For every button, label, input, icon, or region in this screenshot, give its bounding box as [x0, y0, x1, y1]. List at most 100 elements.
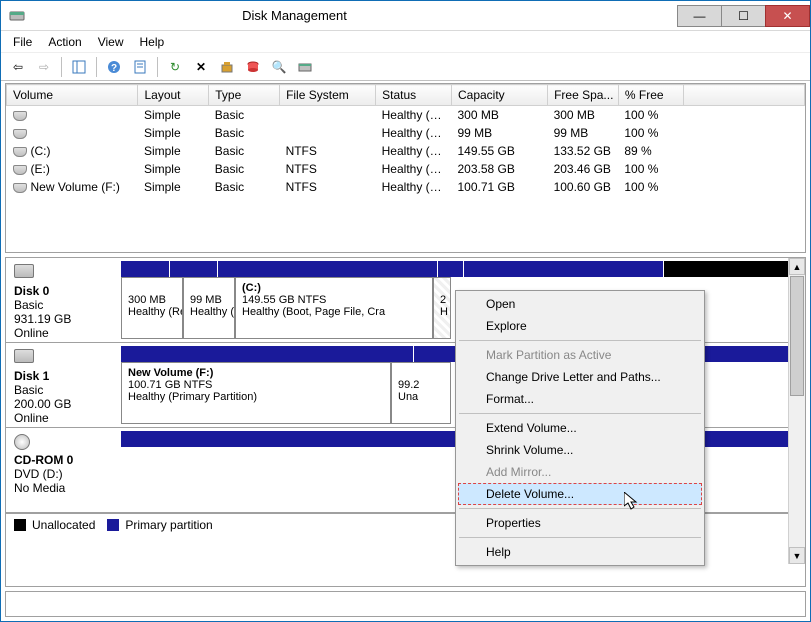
table-row[interactable]: (C:)SimpleBasicNTFSHealthy (B...149.55 G… — [7, 142, 805, 160]
partition[interactable]: 2H — [433, 277, 451, 339]
rescan-button[interactable]: 🔍 — [268, 56, 290, 78]
table-row[interactable]: New Volume (F:)SimpleBasicNTFSHealthy (P… — [7, 178, 805, 196]
column-header[interactable] — [683, 85, 804, 106]
menu-separator — [459, 537, 701, 538]
context-menu-item[interactable]: Help — [458, 541, 702, 563]
titlebar[interactable]: Disk Management — ☐ ✕ — [1, 1, 810, 31]
table-row[interactable]: SimpleBasicHealthy (R...300 MB300 MB100 … — [7, 106, 805, 125]
cd-icon — [14, 434, 30, 450]
properties-button[interactable] — [129, 56, 151, 78]
context-menu-item: Add Mirror... — [458, 461, 702, 483]
partition[interactable]: (C:)149.55 GB NTFSHealthy (Boot, Page Fi… — [235, 277, 433, 339]
export-icon — [220, 60, 234, 74]
volume-list-panel: VolumeLayoutTypeFile SystemStatusCapacit… — [5, 83, 806, 253]
legend-unallocated: Unallocated — [32, 518, 95, 532]
disk-button[interactable] — [294, 56, 316, 78]
column-header[interactable]: Status — [376, 85, 452, 106]
volume-icon — [13, 111, 27, 121]
column-header[interactable]: Free Spa... — [548, 85, 619, 106]
maximize-button[interactable]: ☐ — [721, 5, 766, 27]
partition[interactable]: 300 MBHealthy (Re — [121, 277, 183, 339]
delete-button[interactable]: ✕ — [190, 56, 212, 78]
menu-separator — [459, 340, 701, 341]
menu-separator — [459, 413, 701, 414]
help-icon: ? — [107, 60, 121, 74]
chevron-down-icon: ▼ — [793, 551, 802, 561]
volume-icon — [13, 165, 27, 175]
menu-action[interactable]: Action — [40, 33, 89, 51]
scroll-up-button[interactable]: ▲ — [789, 258, 805, 275]
column-header[interactable]: File System — [280, 85, 376, 106]
refresh-button[interactable]: ↻ — [164, 56, 186, 78]
hdd-icon — [14, 264, 34, 278]
swatch-primary — [107, 519, 119, 531]
disk-label: CD-ROM 0DVD (D:)No Media — [6, 428, 121, 512]
rescan-icon: 🔍 — [272, 60, 287, 74]
toolbar: ⇦ ⇨ ? ↻ ✕ 🔍 — [1, 53, 810, 81]
context-menu-item[interactable]: Properties — [458, 512, 702, 534]
menu-help[interactable]: Help — [132, 33, 173, 51]
scrollbar-thumb[interactable] — [790, 276, 804, 396]
menu-view[interactable]: View — [90, 33, 132, 51]
vertical-scrollbar[interactable]: ▲ ▼ — [788, 258, 805, 564]
properties-icon — [133, 60, 147, 74]
context-menu-item: Mark Partition as Active — [458, 344, 702, 366]
chevron-up-icon: ▲ — [793, 262, 802, 272]
menubar: File Action View Help — [1, 31, 810, 53]
format-icon — [246, 60, 260, 74]
disk-bar — [121, 261, 802, 277]
volume-icon — [13, 147, 27, 157]
column-header[interactable]: Capacity — [451, 85, 547, 106]
disk-label: Disk 0Basic931.19 GBOnline — [6, 258, 121, 342]
export-button[interactable] — [216, 56, 238, 78]
context-menu-item[interactable]: Delete Volume... — [458, 483, 702, 505]
back-button[interactable]: ⇦ — [7, 56, 29, 78]
statusbar — [5, 591, 806, 617]
swatch-unallocated — [14, 519, 26, 531]
volume-icon — [13, 129, 27, 139]
menu-separator — [459, 508, 701, 509]
help-button[interactable]: ? — [103, 56, 125, 78]
context-menu: OpenExplore Mark Partition as ActiveChang… — [455, 290, 705, 566]
scroll-down-button[interactable]: ▼ — [789, 547, 805, 564]
window-title: Disk Management — [31, 8, 558, 23]
volume-table: VolumeLayoutTypeFile SystemStatusCapacit… — [6, 84, 805, 196]
disk-label: Disk 1Basic200.00 GBOnline — [6, 343, 121, 427]
delete-icon: ✕ — [196, 60, 206, 74]
forward-icon: ⇨ — [39, 60, 49, 74]
refresh-icon: ↻ — [170, 60, 180, 74]
minimize-button[interactable]: — — [677, 5, 722, 27]
close-icon: ✕ — [782, 9, 792, 23]
table-row[interactable]: SimpleBasicHealthy (E...99 MB99 MB100 % — [7, 124, 805, 142]
close-button[interactable]: ✕ — [765, 5, 810, 27]
disk-icon — [298, 60, 312, 74]
format-button[interactable] — [242, 56, 264, 78]
partition[interactable]: 99 MBHealthy ( — [183, 277, 235, 339]
minimize-icon: — — [694, 9, 706, 23]
column-header[interactable]: Volume — [7, 85, 138, 106]
partition[interactable]: New Volume (F:)100.71 GB NTFSHealthy (Pr… — [121, 362, 391, 424]
tree-icon — [72, 60, 86, 74]
menu-file[interactable]: File — [5, 33, 40, 51]
hdd-icon — [14, 349, 34, 363]
show-hide-tree-button[interactable] — [68, 56, 90, 78]
column-header[interactable]: Layout — [138, 85, 209, 106]
forward-button[interactable]: ⇨ — [33, 56, 55, 78]
context-menu-item[interactable]: Change Drive Letter and Paths... — [458, 366, 702, 388]
context-menu-item[interactable]: Format... — [458, 388, 702, 410]
maximize-icon: ☐ — [738, 9, 749, 23]
table-row[interactable]: (E:)SimpleBasicNTFSHealthy (P...203.58 G… — [7, 160, 805, 178]
column-header[interactable]: % Free — [618, 85, 683, 106]
column-header[interactable]: Type — [209, 85, 280, 106]
context-menu-item[interactable]: Shrink Volume... — [458, 439, 702, 461]
disk-management-window: Disk Management — ☐ ✕ File Action View H… — [0, 0, 811, 622]
svg-text:?: ? — [111, 63, 117, 74]
volume-icon — [13, 183, 27, 193]
legend-primary: Primary partition — [125, 518, 212, 532]
partition[interactable]: 99.2Una — [391, 362, 451, 424]
back-icon: ⇦ — [13, 60, 23, 74]
context-menu-item[interactable]: Extend Volume... — [458, 417, 702, 439]
app-icon — [9, 8, 25, 24]
context-menu-item[interactable]: Explore — [458, 315, 702, 337]
context-menu-item[interactable]: Open — [458, 293, 702, 315]
